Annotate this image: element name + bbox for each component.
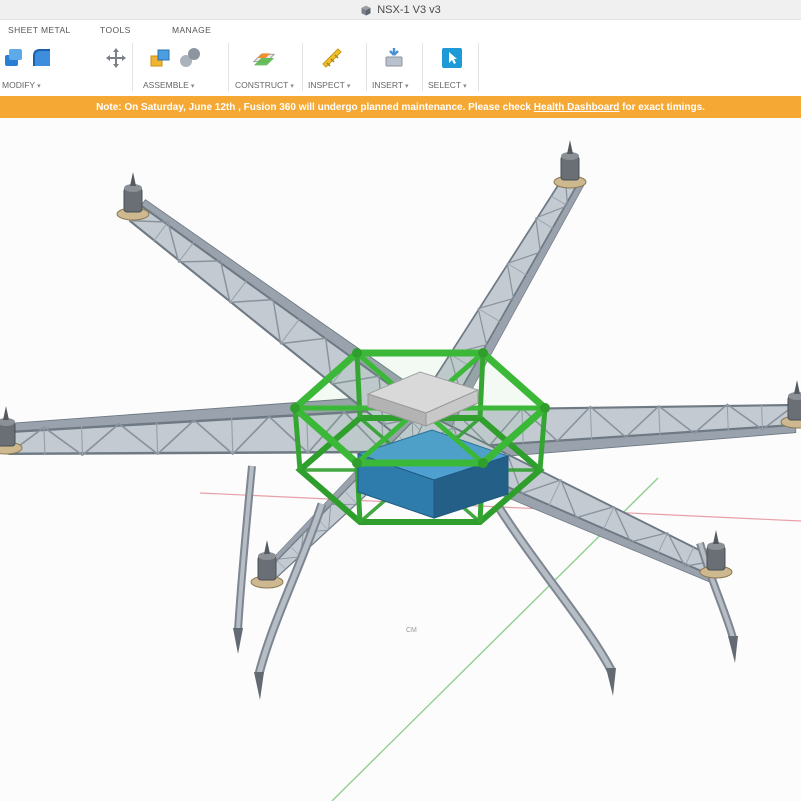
toolbar-divider — [302, 43, 303, 91]
health-dashboard-link[interactable]: Health Dashboard — [534, 102, 620, 113]
group-modify-label: MODIFY — [2, 80, 36, 90]
group-modify[interactable]: MODIFY ▾ — [2, 80, 41, 90]
motor-northwest[interactable] — [116, 171, 150, 221]
banner-text-before: Note: On Saturday, June 12th , Fusion 36… — [96, 101, 534, 113]
drone-assembly[interactable] — [0, 139, 801, 700]
group-assemble-label: ASSEMBLE — [143, 80, 189, 90]
toolbar-divider — [132, 43, 133, 91]
toolbar-divider — [478, 43, 479, 91]
move-icon[interactable] — [104, 46, 128, 70]
insert-icon[interactable] — [382, 46, 406, 70]
toolbar-divider — [422, 43, 423, 91]
model-viewport[interactable]: CM — [0, 118, 801, 801]
motor-east[interactable] — [780, 379, 801, 429]
document-cube-icon — [360, 4, 372, 16]
origin-axes — [199, 477, 801, 801]
motor-northeast[interactable] — [553, 139, 587, 189]
group-insert[interactable]: INSERT ▾ — [372, 80, 409, 90]
document-title: NSX-1 V3 v3 — [377, 3, 441, 16]
group-construct[interactable]: CONSTRUCT ▾ — [235, 80, 294, 90]
maintenance-banner: Note: On Saturday, June 12th , Fusion 36… — [0, 96, 801, 118]
new-component-icon[interactable] — [148, 46, 172, 70]
toolbar-divider — [366, 43, 367, 91]
press-pull-icon[interactable] — [2, 46, 26, 70]
tab-sheet-metal[interactable]: SHEET METAL — [8, 25, 71, 35]
banner-text-after: for exact timings. — [619, 101, 705, 113]
measure-icon[interactable] — [320, 46, 344, 70]
group-insert-label: INSERT — [372, 80, 404, 90]
group-select[interactable]: SELECT ▾ — [428, 80, 467, 90]
fillet-icon[interactable] — [30, 46, 54, 70]
viewport-canvas[interactable] — [0, 118, 801, 801]
chevron-down-icon: ▾ — [290, 83, 294, 90]
workspace-tabs: SHEET METAL TOOLS MANAGE — [0, 20, 801, 40]
group-inspect[interactable]: INSPECT ▾ — [308, 80, 350, 90]
group-assemble[interactable]: ASSEMBLE ▾ — [143, 80, 194, 90]
chevron-down-icon: ▾ — [463, 83, 467, 90]
select-icon[interactable] — [440, 46, 464, 70]
joint-icon[interactable] — [178, 46, 202, 70]
origin-label: CM — [406, 627, 417, 634]
fusion360-window: NSX-1 V3 v3 SHEET METAL TOOLS MANAGE MOD… — [0, 0, 801, 801]
chevron-down-icon: ▾ — [346, 83, 351, 90]
tab-tools[interactable]: TOOLS — [100, 25, 131, 35]
tab-manage[interactable]: MANAGE — [172, 25, 211, 35]
group-inspect-label: INSPECT — [308, 80, 345, 90]
group-select-label: SELECT — [428, 80, 462, 90]
toolbar-divider — [228, 43, 229, 91]
chevron-down-icon: ▾ — [190, 83, 195, 90]
group-construct-label: CONSTRUCT — [235, 80, 289, 90]
center-frame-green[interactable] — [289, 348, 551, 525]
chevron-down-icon: ▾ — [405, 83, 409, 90]
chevron-down-icon: ▾ — [37, 83, 41, 90]
plane-icon[interactable] — [252, 46, 276, 70]
toolbar: MODIFY ▾ ASSEMBLE ▾ CONSTRUCT ▾ INSPECT ▾ IN… — [0, 40, 801, 96]
titlebar: NSX-1 V3 v3 — [0, 0, 801, 20]
